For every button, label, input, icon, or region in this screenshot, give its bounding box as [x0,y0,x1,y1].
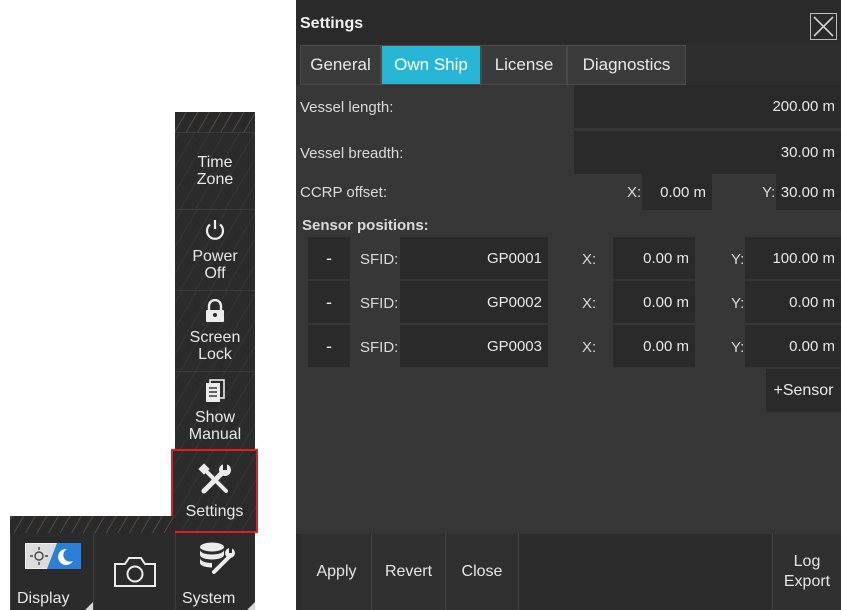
apply-label: Apply [316,563,357,580]
ccrp-x-value: 0.00 m [660,183,706,201]
revert-label: Revert [384,563,433,580]
remove-sensor-3-button[interactable]: - [308,325,350,367]
own-ship-panel: Vessel length: 200.00 m Vessel breadth: … [296,85,841,534]
display-button[interactable]: Display [10,533,93,610]
sensor-3-sfid: GP0003 [486,337,542,355]
sensor-1-x-field[interactable]: 0.00 m [613,237,695,279]
sensor-2-sfid: GP0002 [486,293,542,311]
day-night-icon [25,543,81,574]
sensor-3-sfid-field[interactable]: GP0003 [400,325,548,367]
sensor-1-y-label: Y: [731,251,745,268]
revert-button[interactable]: Revert [372,534,446,610]
vessel-breadth-field[interactable]: 30.00 m [574,131,841,174]
dialog-titlebar: Settings [296,0,841,44]
settings-button[interactable]: Settings [171,449,258,533]
system-label: System [182,590,236,607]
camera-icon [113,556,157,593]
sensor-3-y-field[interactable]: 0.00 m [745,325,841,367]
system-button[interactable]: System [175,533,255,610]
log-export-label: Log Export [783,553,831,590]
tab-own-ship-label: Own Ship [394,55,468,74]
sensor-2-x-label: X: [582,295,597,312]
settings-label: Settings [185,502,244,520]
camera-button[interactable] [93,533,175,610]
sensor-3-x-label: X: [582,339,597,356]
sensor-2-y-field[interactable]: 0.00 m [745,281,841,323]
remove-sensor-3-label: - [326,335,332,356]
sensor-2-x: 0.00 m [643,293,689,311]
ccrp-y-value: 30.00 m [780,183,835,201]
display-corner-mark [85,602,93,610]
time-zone-label: Time Zone [196,154,234,188]
ccrp-offset-label: CCRP offset: [300,184,387,201]
vessel-breadth-label: Vessel breadth: [300,145,404,162]
tab-general[interactable]: General [300,45,381,85]
sensor-3-x-field[interactable]: 0.00 m [613,325,695,367]
display-label: Display [17,590,70,607]
sensor-2-sfid-label: SFID: [360,295,399,312]
ccrp-x-label: X: [627,184,642,201]
sensor-1-sfid: GP0001 [486,249,542,267]
tab-general-label: General [310,55,371,74]
sensor-1-x: 0.00 m [643,249,689,267]
close-x-button[interactable] [810,13,837,40]
add-sensor-label: +Sensor [773,381,834,399]
remove-sensor-1-label: - [326,247,332,268]
sensor-2-y-label: Y: [731,295,745,312]
tab-own-ship[interactable]: Own Ship [381,45,481,85]
apply-button[interactable]: Apply [302,534,372,610]
sensor-1-y-field[interactable]: 100.00 m [745,237,841,279]
power-off-button[interactable]: Power Off [175,209,255,290]
sensor-3-y-label: Y: [731,339,745,356]
remove-sensor-2-label: - [326,291,332,312]
database-wrench-icon [198,541,236,580]
tab-diagnostics[interactable]: Diagnostics [567,45,686,85]
sensor-1-sfid-field[interactable]: GP0001 [400,237,548,279]
tab-license[interactable]: License [481,45,567,85]
power-off-label: Power Off [192,248,238,282]
dialog-footer: Apply Revert Close Log Export [296,534,841,610]
sensor-2-y: 0.00 m [789,293,835,311]
show-manual-button[interactable]: Show Manual [175,371,255,449]
close-button[interactable]: Close [446,534,519,610]
sensor-1-x-label: X: [582,251,597,268]
vessel-breadth-value: 30.00 m [780,144,835,161]
close-label: Close [461,563,503,580]
sensor-1-sfid-label: SFID: [360,251,399,268]
power-icon [203,218,227,246]
vessel-length-field[interactable]: 200.00 m [574,85,841,128]
screen-lock-label: Screen Lock [189,329,241,363]
remove-sensor-2-button[interactable]: - [308,281,350,323]
close-icon [813,16,834,37]
dialog-title: Settings [300,15,364,32]
ccrp-x-field[interactable]: 0.00 m [642,174,712,210]
screen-lock-button[interactable]: Screen Lock [175,290,255,371]
system-corner-mark [247,602,255,610]
menu-top-hatch [175,112,255,132]
sensor-3-y: 0.00 m [789,337,835,355]
wrench-screwdriver-icon [196,462,234,501]
vessel-length-value: 200.00 m [772,98,835,115]
sensor-3-sfid-label: SFID: [360,339,399,356]
manual-icon [204,378,226,407]
log-export-button[interactable]: Log Export [772,534,841,610]
ccrp-y-field[interactable]: 30.00 m [776,174,841,210]
tab-license-label: License [494,55,554,74]
lock-icon [204,298,226,327]
settings-dialog: Settings General Own Ship License Diagno… [296,0,841,610]
dock-hatch [10,516,175,533]
remove-sensor-1-button[interactable]: - [308,237,350,279]
sensor-1-y: 100.00 m [772,249,835,267]
tab-diagnostics-label: Diagnostics [582,55,671,74]
show-manual-label: Show Manual [188,408,242,443]
time-zone-button[interactable]: Time Zone [175,132,255,209]
ccrp-y-label: Y: [762,184,776,201]
sensor-3-x: 0.00 m [643,337,689,355]
sensor-positions-label: Sensor positions: [302,217,429,234]
vessel-length-label: Vessel length: [300,99,394,116]
sensor-2-sfid-field[interactable]: GP0002 [400,281,548,323]
add-sensor-button[interactable]: +Sensor [766,369,841,412]
sensor-2-x-field[interactable]: 0.00 m [613,281,695,323]
